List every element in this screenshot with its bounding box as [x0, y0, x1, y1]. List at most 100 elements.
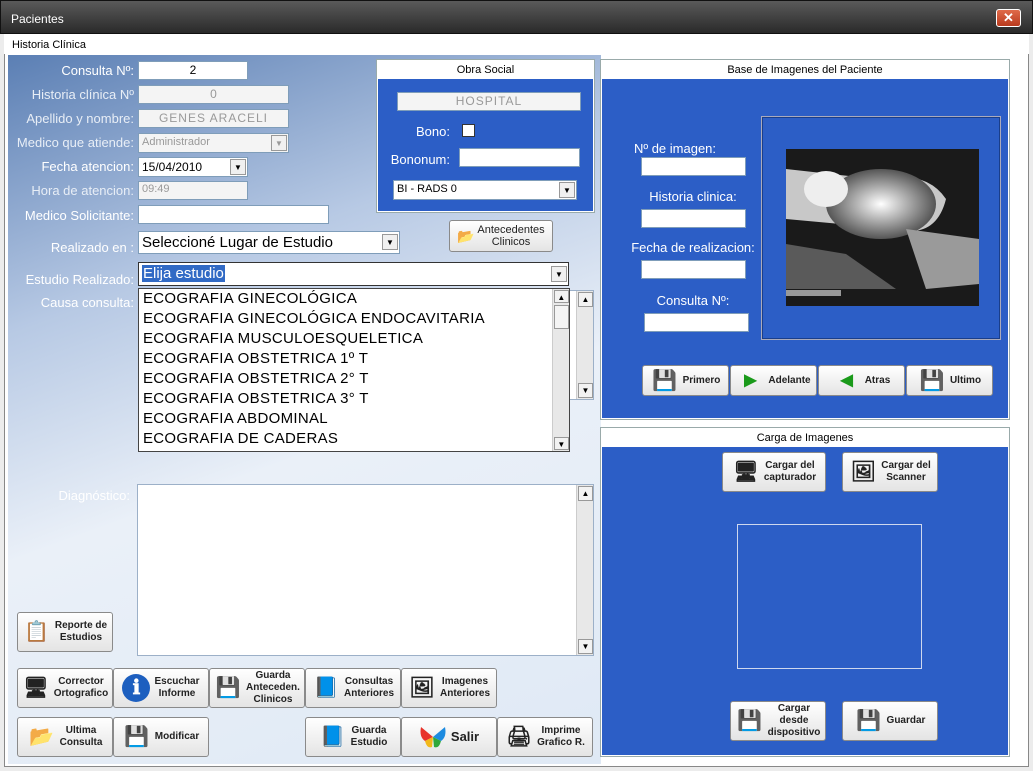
scroll-down-icon[interactable]: ▼ — [554, 437, 569, 450]
scroll-thumb[interactable] — [554, 305, 569, 329]
chevron-down-icon[interactable]: ▼ — [230, 159, 246, 175]
chevron-down-icon[interactable]: ▼ — [271, 135, 287, 151]
list-scrollbar[interactable]: ▲ ▼ — [552, 289, 569, 451]
realizado-select[interactable]: Seleccioné Lugar de Estudio ▼ — [138, 231, 400, 254]
scroll-up-icon[interactable]: ▲ — [578, 292, 593, 307]
fecha-realizacion-label: Fecha de realizacion: — [631, 240, 755, 255]
dispositivo-line2: desde — [779, 715, 809, 726]
imagenes-anteriores-button[interactable]: 🖼 Imagenes Anteriores — [401, 668, 497, 708]
fecha-date-picker[interactable]: 15/04/2010 ▼ — [138, 157, 248, 177]
corrector-line2: Ortografico — [53, 688, 109, 699]
escuchar-line1: Escuchar — [154, 676, 200, 687]
scroll-up-icon[interactable]: ▲ — [578, 486, 593, 501]
medico-value: Administrador — [142, 136, 210, 148]
bono-checkbox[interactable] — [462, 124, 475, 137]
printer-icon: 🖨 — [506, 726, 532, 748]
apellido-input[interactable]: GENES ARACELI — [138, 109, 289, 128]
imprime-grafico-button[interactable]: 🖨 Imprime Grafico R. — [497, 717, 593, 757]
atras-button[interactable]: ◀ Atras — [818, 365, 905, 396]
guarda-estudio-label: Guarda Estudio — [351, 725, 388, 749]
report-icon: 📋 — [24, 621, 50, 643]
ultimo-button[interactable]: 💾 Ultimo — [906, 365, 993, 396]
modificar-label: Modificar — [154, 731, 200, 742]
salir-button[interactable]: Salir — [401, 717, 497, 757]
consulta-nro-input[interactable] — [644, 313, 749, 332]
obra-social-title: Obra Social — [378, 61, 593, 79]
modificar-button[interactable]: 💾 Modificar — [113, 717, 209, 757]
document-icon: 📘 — [320, 726, 346, 748]
primero-button[interactable]: 💾 Primero — [642, 365, 729, 396]
escuchar-label: Escuchar Informe — [154, 676, 199, 700]
birads-select[interactable]: BI - RADS 0 ▼ — [393, 180, 577, 200]
scroll-up-icon[interactable]: ▲ — [554, 290, 569, 303]
cargar-scanner-button[interactable]: 🖼 Cargar del Scanner — [842, 452, 938, 492]
antecedentes-clinicos-button[interactable]: 📂 Antecedentes Clinicos — [449, 220, 553, 252]
guardar-button[interactable]: 💾 Guardar — [842, 701, 938, 741]
list-item[interactable]: ECOGRAFIA OBSTETRICA 3° T — [139, 389, 569, 409]
dispositivo-line3: dispositivo — [767, 727, 821, 738]
guarda-estudio-button[interactable]: 📘 Guarda Estudio — [305, 717, 401, 757]
window-title: Pacientes — [11, 12, 64, 26]
antecedentes-label: Antecedentes Clinicos — [477, 224, 544, 248]
primero-icon: 💾 — [652, 369, 678, 392]
cargar-capturador-button[interactable]: 🖥 Cargar del capturador — [722, 452, 826, 492]
corrector-ortografico-button[interactable]: 🖥 Corrector Ortografico — [17, 668, 113, 708]
chevron-down-icon[interactable]: ▼ — [559, 182, 575, 198]
chevron-down-icon[interactable]: ▼ — [382, 234, 398, 250]
obra-social-name: HOSPITAL — [397, 92, 581, 111]
ultimo-label: Ultimo — [949, 374, 982, 386]
folder-icon: 📂 — [29, 726, 55, 748]
list-item[interactable]: ECOGRAFIA OBSTETRICA 1º T — [139, 349, 569, 369]
estudio-label: Estudio Realizado: — [25, 272, 134, 287]
hora-label: Hora de atencion: — [31, 183, 134, 198]
bono-label: Bono: — [416, 124, 450, 139]
list-item[interactable]: ECOGRAFIA MUSCULOESQUELETICA — [139, 329, 569, 349]
fecha-realizacion-input[interactable] — [641, 260, 746, 279]
nro-imagen-label: Nº de imagen: — [633, 141, 717, 156]
imprime-line2: Grafico R. — [537, 737, 585, 748]
fecha-label: Fecha atencion: — [41, 159, 134, 174]
reporte-estudios-button[interactable]: 📋 Reporte de Estudios — [17, 612, 113, 652]
xray-image[interactable] — [786, 149, 979, 306]
corrector-label: Corrector Ortografico — [54, 676, 108, 700]
list-item[interactable]: ECOGRAFIA OBSTETRICA 2° T — [139, 369, 569, 389]
escuchar-informe-button[interactable]: ℹ Escuchar Informe — [113, 668, 209, 708]
historia-clinica-label: Historia clinica: — [649, 189, 737, 204]
diagnostico-textarea[interactable] — [137, 484, 594, 656]
estudio-select[interactable]: Elija estudio ▼ — [138, 262, 569, 286]
guarda-ant-line3: Clinicos — [253, 694, 293, 705]
scanner-line1: Cargar del — [881, 460, 931, 471]
causa-scrollbar[interactable]: ▲ ▼ — [576, 291, 593, 399]
consultas-anteriores-button[interactable]: 📘 Consultas Anteriores — [305, 668, 401, 708]
estudio-dropdown-list[interactable]: ECOGRAFIA GINECOLÓGICA ECOGRAFIA GINECOL… — [138, 288, 570, 452]
list-item[interactable]: ECOGRAFIA ABDOMINAL — [139, 409, 569, 429]
historia-input[interactable]: 0 — [138, 85, 289, 104]
scanner-icon: 🖼 — [850, 461, 876, 483]
ultima-line2: Consulta — [59, 737, 103, 748]
solicitante-input[interactable] — [138, 205, 329, 224]
list-item[interactable]: ECOGRAFIA DE CADERAS — [139, 429, 569, 449]
causa-label: Causa consulta: — [40, 295, 134, 310]
medico-select[interactable]: Administrador ▼ — [138, 133, 289, 153]
hora-input[interactable]: 09:49 — [138, 181, 248, 200]
disk-icon: 💾 — [856, 710, 881, 732]
list-item[interactable]: ECOGRAFIA GINECOLÓGICA — [139, 289, 569, 309]
guarda-estudio-line2: Estudio — [350, 737, 388, 748]
adelante-button[interactable]: ▶ Adelante — [730, 365, 817, 396]
list-item[interactable]: ECOGRAFIA GINECOLÓGICA ENDOCAVITARIA — [139, 309, 569, 329]
historia-clinica-input[interactable] — [641, 209, 746, 228]
nro-imagen-input[interactable] — [641, 157, 746, 176]
guarda-antecedentes-button[interactable]: 💾 Guarda Anteceden. Clinicos — [209, 668, 305, 708]
antecedentes-line2: Clinicos — [491, 236, 531, 248]
bononum-input[interactable] — [459, 148, 580, 167]
tab-historia-clinica[interactable]: Historia Clínica — [4, 34, 1029, 54]
chevron-down-icon[interactable]: ▼ — [551, 266, 567, 282]
cargar-dispositivo-button[interactable]: 💾 Cargar desde dispositivo — [730, 701, 826, 741]
scroll-down-icon[interactable]: ▼ — [578, 639, 593, 654]
close-button[interactable]: ✕ — [996, 9, 1021, 27]
scroll-down-icon[interactable]: ▼ — [578, 383, 593, 398]
ultima-consulta-button[interactable]: 📂 Ultima Consulta — [17, 717, 113, 757]
diagnostico-scrollbar[interactable]: ▲ ▼ — [576, 485, 593, 655]
primero-label: Primero — [682, 374, 721, 386]
consulta-input[interactable]: 2 — [138, 61, 248, 80]
